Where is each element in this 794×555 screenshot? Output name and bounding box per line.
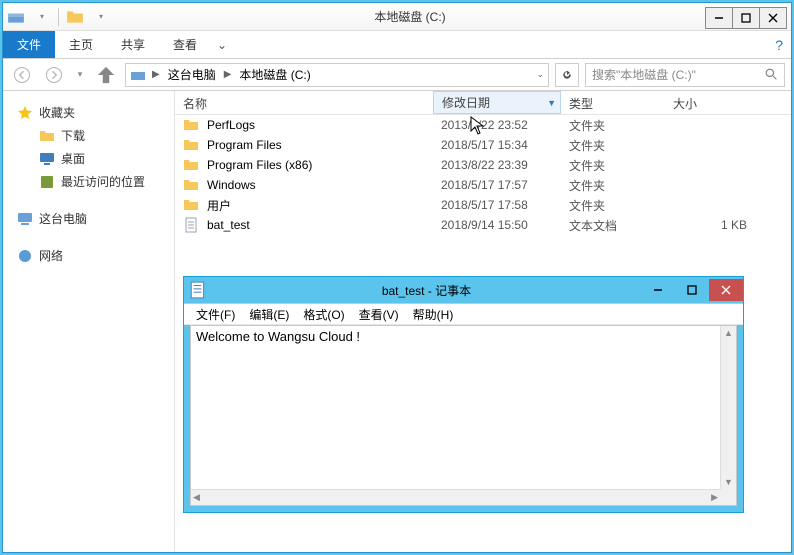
history-dropdown[interactable]: ▾ — [73, 62, 87, 88]
file-name: Windows — [207, 178, 441, 192]
file-type: 文件夹 — [569, 197, 673, 214]
file-date: 2018/9/14 15:50 — [441, 218, 569, 232]
tab-home[interactable]: 主页 — [55, 31, 107, 58]
notepad-content: Welcome to Wangsu Cloud ! — [196, 329, 360, 344]
file-row[interactable]: Program Files2018/5/17 15:34文件夹 — [175, 135, 791, 155]
file-date: 2018/5/17 15:34 — [441, 138, 569, 152]
file-date: 2013/8/22 23:39 — [441, 158, 569, 172]
file-size: 1 KB — [673, 218, 747, 232]
back-button[interactable] — [9, 62, 35, 88]
notepad-close-button[interactable] — [709, 279, 743, 301]
file-name: 用户 — [207, 197, 441, 214]
column-header-type[interactable]: 类型 — [561, 91, 665, 114]
minimize-button[interactable] — [705, 7, 733, 29]
chevron-right-icon[interactable]: ▶ — [150, 69, 162, 80]
search-input[interactable]: 搜索"本地磁盘 (C:)" — [585, 63, 785, 87]
maximize-button[interactable] — [732, 7, 760, 29]
tab-view[interactable]: 查看 — [159, 31, 211, 58]
menu-view[interactable]: 查看(V) — [353, 306, 405, 323]
nav-pane: 收藏夹 下载 桌面 最近访问的位置 这台电脑 网络 — [3, 91, 175, 552]
nav-desktop[interactable]: 桌面 — [3, 147, 174, 170]
breadcrumb-root[interactable]: 这台电脑 — [166, 66, 218, 83]
scroll-left-icon[interactable]: ◀ — [191, 490, 202, 505]
notepad-minimize-button[interactable] — [641, 279, 675, 301]
column-header-date[interactable]: 修改日期▼ — [433, 91, 561, 114]
scrollbar-vertical[interactable]: ▲▼ — [720, 326, 736, 489]
folder-icon — [183, 157, 199, 173]
nav-favorites[interactable]: 收藏夹 — [3, 101, 174, 124]
scroll-right-icon[interactable]: ▶ — [709, 490, 720, 505]
up-button[interactable] — [93, 62, 119, 88]
ribbon-tabs: 文件 主页 共享 查看 ⌄ ? — [3, 31, 791, 59]
file-date: 2013/8/22 23:52 — [441, 118, 569, 132]
drive-icon — [130, 67, 146, 83]
file-type: 文件夹 — [569, 117, 673, 134]
file-row[interactable]: PerfLogs2013/8/22 23:52文件夹 — [175, 115, 791, 135]
navbar: ▾ ▶ 这台电脑 ▶ 本地磁盘 (C:) ⌄ 搜索"本地磁盘 (C:)" — [3, 59, 791, 91]
scroll-up-icon[interactable]: ▲ — [722, 326, 735, 340]
search-icon — [765, 68, 778, 81]
file-date: 2018/5/17 17:58 — [441, 198, 569, 212]
file-name: Program Files — [207, 138, 441, 152]
column-header-size[interactable]: 大小 — [665, 91, 745, 114]
close-button[interactable] — [759, 7, 787, 29]
column-header-name[interactable]: 名称 — [175, 91, 433, 114]
folder-icon — [183, 177, 199, 193]
menu-help[interactable]: 帮助(H) — [407, 306, 460, 323]
file-row[interactable]: Windows2018/5/17 17:57文件夹 — [175, 175, 791, 195]
notepad-window: bat_test - 记事本 文件(F) 编辑(E) 格式(O) 查看(V) 帮… — [183, 276, 744, 513]
file-type: 文件夹 — [569, 137, 673, 154]
address-bar[interactable]: ▶ 这台电脑 ▶ 本地磁盘 (C:) ⌄ — [125, 63, 549, 87]
folder-icon — [183, 197, 199, 213]
dropdown-icon[interactable]: ▾ — [33, 8, 51, 26]
file-type: 文本文档 — [569, 217, 673, 234]
tab-file[interactable]: 文件 — [3, 31, 55, 58]
ribbon-expand-icon[interactable]: ⌄ — [211, 31, 233, 58]
nav-network[interactable]: 网络 — [3, 244, 174, 267]
chevron-down-icon[interactable]: ▼ — [547, 98, 556, 108]
explorer-titlebar[interactable]: ▾ ▾ 本地磁盘 (C:) — [3, 3, 791, 31]
refresh-button[interactable] — [555, 63, 579, 87]
text-file-icon — [183, 217, 199, 233]
notepad-textarea[interactable]: Welcome to Wangsu Cloud ! ▲▼ ◀▶ — [190, 325, 737, 506]
menu-edit[interactable]: 编辑(E) — [243, 306, 295, 323]
notepad-maximize-button[interactable] — [675, 279, 709, 301]
search-placeholder: 搜索"本地磁盘 (C:)" — [592, 66, 765, 83]
menu-format[interactable]: 格式(O) — [297, 306, 350, 323]
file-row[interactable]: 用户2018/5/17 17:58文件夹 — [175, 195, 791, 215]
breadcrumb-loc[interactable]: 本地磁盘 (C:) — [237, 66, 312, 83]
notepad-menubar: 文件(F) 编辑(E) 格式(O) 查看(V) 帮助(H) — [184, 303, 743, 325]
scroll-down-icon[interactable]: ▼ — [722, 475, 735, 489]
forward-button[interactable] — [41, 62, 67, 88]
file-name: bat_test — [207, 218, 441, 232]
nav-recent[interactable]: 最近访问的位置 — [3, 170, 174, 193]
menu-file[interactable]: 文件(F) — [190, 306, 241, 323]
nav-downloads[interactable]: 下载 — [3, 124, 174, 147]
help-icon[interactable]: ? — [775, 31, 783, 58]
resize-grip[interactable] — [720, 489, 736, 505]
file-type: 文件夹 — [569, 177, 673, 194]
folder-icon[interactable] — [66, 8, 84, 26]
drive-icon — [7, 8, 25, 26]
notepad-titlebar[interactable]: bat_test - 记事本 — [184, 277, 743, 303]
folder-icon — [183, 137, 199, 153]
tab-share[interactable]: 共享 — [107, 31, 159, 58]
addr-dropdown-icon[interactable]: ⌄ — [536, 69, 544, 80]
nav-thispc[interactable]: 这台电脑 — [3, 207, 174, 230]
chevron-right-icon[interactable]: ▶ — [222, 69, 234, 80]
file-name: PerfLogs — [207, 118, 441, 132]
props-dropdown-icon[interactable]: ▾ — [92, 8, 110, 26]
scrollbar-horizontal[interactable]: ◀▶ — [191, 489, 720, 505]
file-row[interactable]: bat_test2018/9/14 15:50文本文档1 KB — [175, 215, 791, 235]
window-title: 本地磁盘 (C:) — [114, 8, 706, 25]
folder-icon — [183, 117, 199, 133]
file-name: Program Files (x86) — [207, 158, 441, 172]
file-date: 2018/5/17 17:57 — [441, 178, 569, 192]
notepad-icon — [189, 281, 207, 299]
notepad-title: bat_test - 记事本 — [212, 282, 641, 299]
file-row[interactable]: Program Files (x86)2013/8/22 23:39文件夹 — [175, 155, 791, 175]
file-type: 文件夹 — [569, 157, 673, 174]
